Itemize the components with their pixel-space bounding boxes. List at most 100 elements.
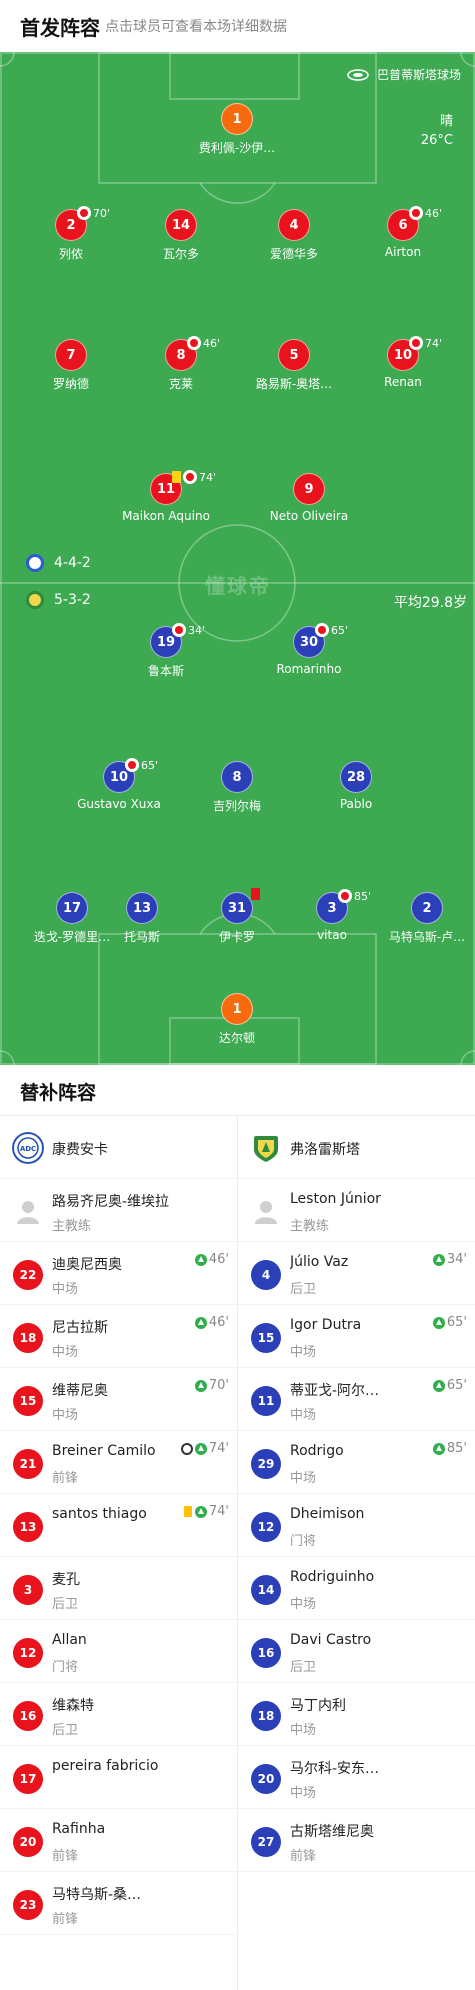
sub-player-row[interactable]: 3 麦孔 后卫 bbox=[0, 1557, 237, 1620]
shirt-number: 16 bbox=[251, 1638, 281, 1668]
sub-in-icon bbox=[194, 1442, 207, 1455]
sub-player-row[interactable]: 13 santos thiago 74' bbox=[0, 1494, 237, 1557]
sub-player-row[interactable]: 27 古斯塔维尼奥 前锋 bbox=[238, 1809, 475, 1872]
away-coach-row[interactable]: Leston Júnior 主教练 bbox=[238, 1179, 475, 1242]
shirt-number: 21 bbox=[13, 1449, 43, 1479]
sub-player-row[interactable]: 15 维蒂尼奥 中场 70' bbox=[0, 1368, 237, 1431]
shirt-number: 4 bbox=[251, 1260, 281, 1290]
sub-out-tag: 70' bbox=[77, 206, 110, 220]
shirt-number: 9 bbox=[293, 473, 325, 505]
sub-player-row[interactable]: 18 马丁内利 中场 bbox=[238, 1683, 475, 1746]
sub-in-icon bbox=[432, 1253, 445, 1266]
sub-player-row[interactable]: 20 马尔科-安东… 中场 bbox=[238, 1746, 475, 1809]
sub-in-time: 85' bbox=[446, 1441, 467, 1456]
venue-info: 巴普蒂斯塔球场 bbox=[347, 66, 461, 83]
away-player[interactable]: 2 马特乌斯-卢… bbox=[379, 892, 475, 945]
sub-player-row[interactable]: 17 pereira fabricio bbox=[0, 1746, 237, 1809]
home-coach-row[interactable]: 路易齐尼奥-维埃拉 主教练 bbox=[0, 1179, 237, 1242]
sub-in-time: 65' bbox=[446, 1315, 467, 1330]
away-player[interactable]: 28 Pablo bbox=[286, 761, 426, 811]
sub-player-row[interactable]: 11 蒂亚戈-阿尔… 中场 65' bbox=[238, 1368, 475, 1431]
venue-name: 巴普蒂斯塔球场 bbox=[376, 68, 461, 82]
player-name: Breiner Camilo bbox=[52, 1443, 156, 1459]
sub-in-icon bbox=[432, 1442, 445, 1455]
home-subs-column: ADC 康费安卡 路易齐尼奥-维埃拉 主教练 22 迪奥尼西奥 中场 46' 1… bbox=[0, 1116, 237, 1935]
sub-player-row[interactable]: 16 维森特 后卫 bbox=[0, 1683, 237, 1746]
sub-events: 46' bbox=[194, 1252, 229, 1267]
home-player[interactable]: 9 Neto Oliveira bbox=[239, 473, 379, 523]
player-name: Pablo bbox=[339, 797, 373, 811]
player-name: 维蒂尼奥 bbox=[52, 1383, 108, 1399]
shirt-number: 15 bbox=[251, 1323, 281, 1353]
player-position: 中场 bbox=[290, 1408, 317, 1423]
sub-out-icon bbox=[315, 623, 329, 637]
sub-out-icon bbox=[183, 470, 197, 484]
sub-player-row[interactable]: 20 Rafinha 前锋 bbox=[0, 1809, 237, 1872]
page-subtitle: 点击球员可查看本场详细数据 bbox=[105, 19, 287, 35]
home-player[interactable]: 11 74' Maikon Aquino bbox=[96, 470, 236, 523]
player-name: Rodrigo bbox=[290, 1443, 344, 1459]
sub-player-row[interactable]: 12 Dheimison 门将 bbox=[238, 1494, 475, 1557]
shirt-number: 1 bbox=[221, 993, 253, 1025]
sub-player-row[interactable]: 4 Júlio Vaz 后卫 34' bbox=[238, 1242, 475, 1305]
sub-out-time: 74' bbox=[425, 336, 443, 350]
sub-out-tag: 85' bbox=[338, 889, 371, 903]
sub-events: 46' bbox=[194, 1315, 229, 1330]
sub-in-icon bbox=[194, 1379, 207, 1392]
sub-out-icon bbox=[125, 758, 139, 772]
player-name: santos thiago bbox=[52, 1506, 147, 1522]
player-name: 麦孔 bbox=[52, 1572, 80, 1588]
player-name: Rafinha bbox=[52, 1821, 106, 1837]
sub-in-icon bbox=[432, 1379, 445, 1392]
weather-condition: 晴 bbox=[439, 114, 453, 129]
player-position: 中场 bbox=[52, 1282, 79, 1297]
player-position: 前锋 bbox=[52, 1849, 79, 1864]
away-player[interactable]: 19 34' 鲁本斯 bbox=[96, 623, 236, 679]
average-age: 平均29.8岁 bbox=[393, 595, 467, 611]
sub-in-icon bbox=[432, 1316, 445, 1329]
shirt-number: 23 bbox=[13, 1890, 43, 1920]
away-formation-label: 5-3-2 bbox=[54, 592, 91, 608]
coach-role: 主教练 bbox=[52, 1219, 92, 1234]
sub-player-row[interactable]: 14 Rodriguinho 中场 bbox=[238, 1557, 475, 1620]
shirt-number: 15 bbox=[13, 1386, 43, 1416]
sub-out-time: 65' bbox=[141, 758, 159, 772]
sub-player-row[interactable]: 22 迪奥尼西奥 中场 46' bbox=[0, 1242, 237, 1305]
sub-out-icon bbox=[77, 206, 91, 220]
sub-player-row[interactable]: 15 Igor Dutra 中场 65' bbox=[238, 1305, 475, 1368]
sub-player-row[interactable]: 29 Rodrigo 中场 85' bbox=[238, 1431, 475, 1494]
watermark-logo: 懂球帝 bbox=[205, 574, 271, 598]
away-subs-column: 弗洛雷斯塔 Leston Júnior 主教练 4 Júlio Vaz 后卫 3… bbox=[238, 1116, 475, 1872]
player-name: 马丁内利 bbox=[290, 1698, 346, 1714]
home-player[interactable]: 1 费利佩-沙伊… bbox=[167, 103, 307, 156]
weather-temperature: 26°C bbox=[420, 133, 453, 148]
sub-out-tag: 74' bbox=[172, 470, 216, 484]
player-position: 后卫 bbox=[290, 1282, 317, 1297]
sub-out-tag: 74' bbox=[409, 336, 442, 350]
away-team-row[interactable]: 弗洛雷斯塔 bbox=[238, 1116, 475, 1179]
substitutes-section: 替补阵容 ADC 康费安卡 路易齐尼奥-维埃拉 主教练 22 迪奥尼西奥 中场 … bbox=[0, 1065, 475, 1990]
player-name: 鲁本斯 bbox=[147, 664, 184, 678]
sub-player-row[interactable]: 23 马特乌斯-桑… 前锋 bbox=[0, 1872, 237, 1935]
sub-in-icon bbox=[194, 1253, 207, 1266]
home-player[interactable]: 6 46' Airton bbox=[333, 206, 473, 259]
player-position: 前锋 bbox=[52, 1471, 79, 1486]
sub-player-row[interactable]: 12 Allan 门将 bbox=[0, 1620, 237, 1683]
player-position: 中场 bbox=[290, 1786, 317, 1801]
shirt-number: 16 bbox=[13, 1701, 43, 1731]
sub-in-time: 46' bbox=[208, 1315, 229, 1330]
home-player[interactable]: 10 74' Renan bbox=[333, 336, 473, 389]
sub-player-row[interactable]: 21 Breiner Camilo 前锋 74' bbox=[0, 1431, 237, 1494]
sub-out-time: 70' bbox=[93, 206, 111, 220]
home-team-row[interactable]: ADC 康费安卡 bbox=[0, 1116, 237, 1179]
sub-player-row[interactable]: 18 尼古拉斯 中场 46' bbox=[0, 1305, 237, 1368]
away-player[interactable]: 1 达尔顿 bbox=[167, 993, 307, 1046]
stadium-icon bbox=[347, 68, 369, 81]
sub-player-row[interactable]: 16 Davi Castro 后卫 bbox=[238, 1620, 475, 1683]
shirt-number: 1 bbox=[221, 103, 253, 135]
shirt-number: 5 bbox=[278, 339, 310, 371]
goal-ball-icon bbox=[180, 1442, 193, 1455]
player-position: 门将 bbox=[290, 1534, 317, 1549]
away-player[interactable]: 30 65' Romarinho bbox=[239, 623, 379, 676]
shirt-number: 18 bbox=[251, 1701, 281, 1731]
